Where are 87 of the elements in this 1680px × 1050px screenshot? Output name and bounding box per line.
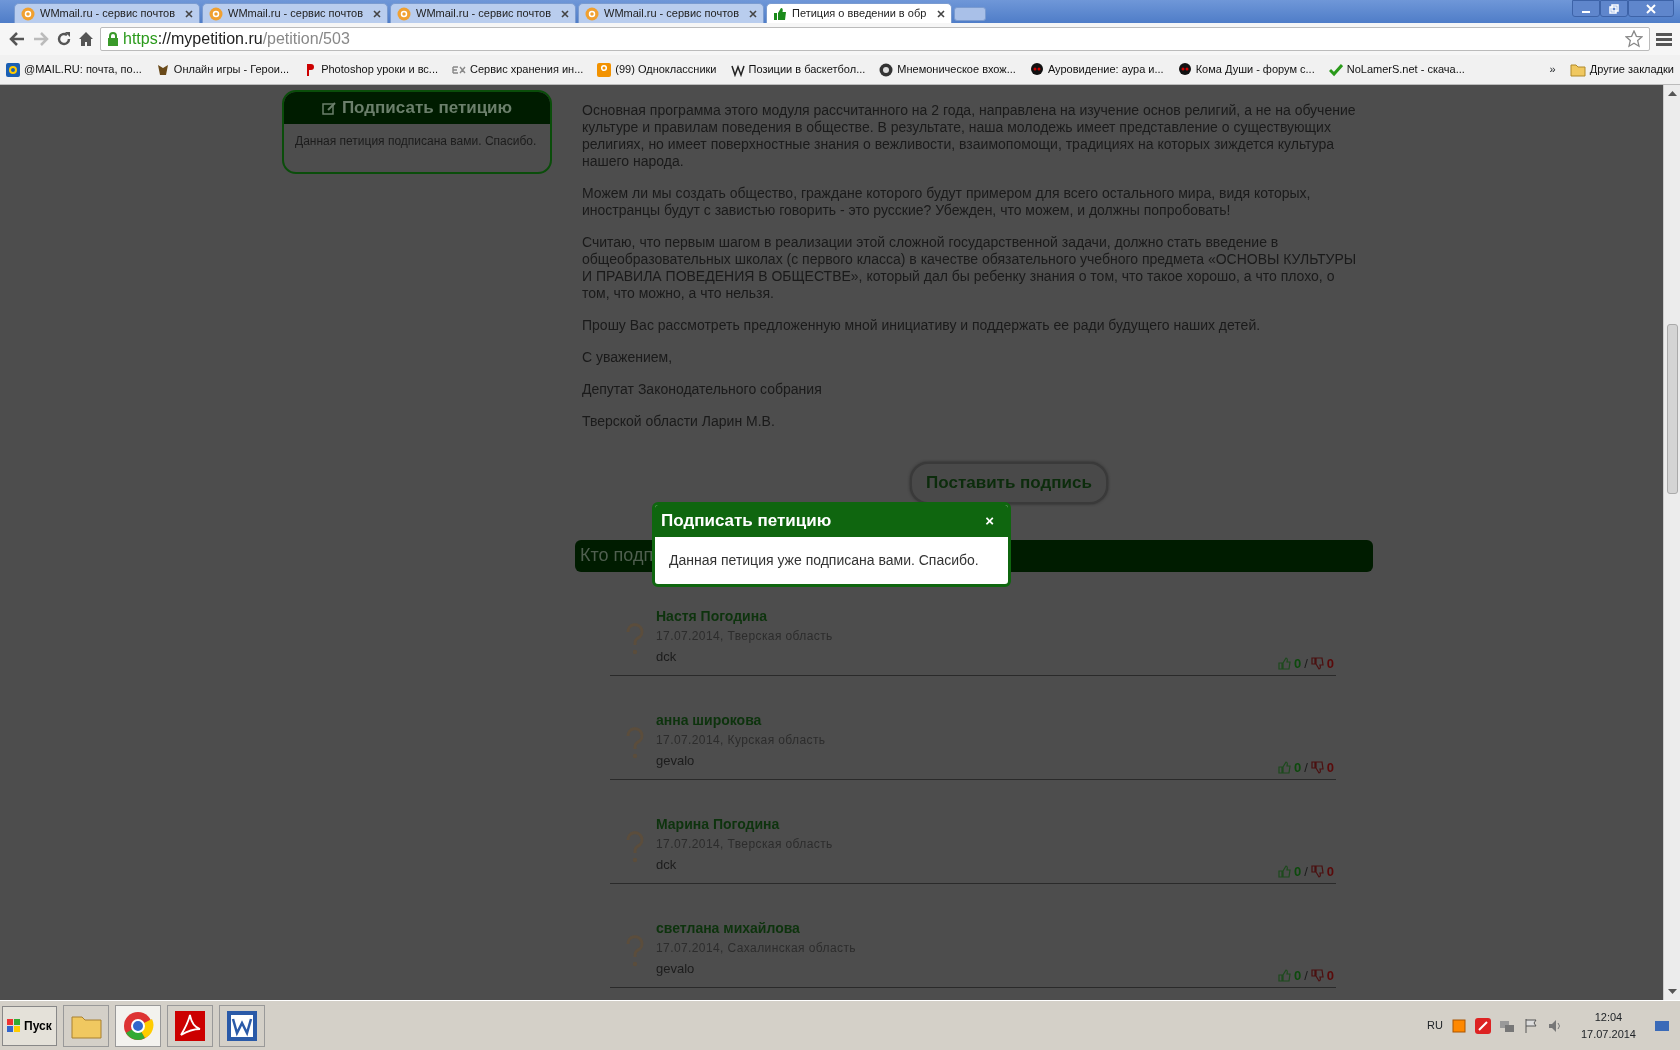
- restore-icon[interactable]: [1600, 0, 1628, 17]
- bookmark-star-icon[interactable]: [1625, 30, 1643, 48]
- thumbs-down-icon[interactable]: [1310, 969, 1324, 983]
- vote-separator: /: [1304, 967, 1308, 985]
- start-button[interactable]: Пуск: [2, 1005, 57, 1046]
- bookmark-link[interactable]: Мнемоническое вхож...: [879, 61, 1016, 78]
- reload-icon[interactable]: [56, 31, 72, 47]
- mail-at-icon: [397, 6, 411, 21]
- dislike-count: 0: [1326, 967, 1334, 985]
- other-bookmarks-folder[interactable]: Другие закладки: [1569, 61, 1674, 78]
- language-indicator[interactable]: RU: [1427, 1017, 1443, 1034]
- thumbs-down-icon[interactable]: [1310, 761, 1324, 775]
- bookmark-link[interactable]: NoLamerS.net - скача...: [1328, 61, 1465, 78]
- tab-title: WMmail.ru - сервис почтов: [604, 6, 741, 22]
- browser-tab[interactable]: WMmail.ru - сервис почтов: [390, 3, 576, 23]
- word-icon[interactable]: [224, 1008, 259, 1043]
- bookmark-link[interactable]: Сервис хранения ин...: [452, 61, 584, 78]
- close-icon[interactable]: [749, 9, 757, 18]
- edit-icon: [321, 101, 336, 115]
- modal-message: Данная петиция уже подписана вами. Спасибо.: [668, 551, 980, 570]
- vote-separator: /: [1304, 863, 1308, 881]
- bookmark-link[interactable]: @MAIL.RU: почта, по...: [6, 61, 142, 78]
- scrollbar-thumb[interactable]: [1666, 324, 1678, 494]
- home-icon[interactable]: [78, 31, 94, 47]
- bookmarks-overflow-button[interactable]: »: [1549, 61, 1556, 78]
- bookmark-link[interactable]: Кома Души - форум с...: [1177, 61, 1315, 78]
- pdf-icon[interactable]: [172, 1008, 207, 1043]
- dislike-count: 0: [1326, 655, 1334, 673]
- mail-at-icon: [21, 6, 35, 21]
- modal-title: Подписать петицию: [661, 510, 832, 533]
- like-count: 0: [1293, 759, 1302, 777]
- bookmark-link[interactable]: Аурoвидение: аура и...: [1029, 61, 1164, 78]
- browser-tab[interactable]: WMmail.ru - сервис почтов: [578, 3, 764, 23]
- mail-at-icon: [209, 6, 223, 21]
- like-count: 0: [1293, 655, 1302, 673]
- thumbs-down-icon[interactable]: [1310, 865, 1324, 879]
- windows-logo-icon: [7, 1018, 21, 1033]
- like-count: 0: [1293, 863, 1302, 881]
- thumbs-up-icon[interactable]: [1277, 761, 1291, 775]
- tab-title: Петиция о введении в обр: [792, 6, 928, 22]
- odnoklassniki-icon: [597, 62, 612, 77]
- thumbs-up-icon[interactable]: [1277, 865, 1291, 879]
- vote-separator: /: [1304, 655, 1308, 673]
- checkmark-icon: [1328, 62, 1343, 77]
- thumbs-down-icon[interactable]: [1310, 657, 1324, 671]
- address-bar[interactable]: https://mypetition.ru/petition/503: [100, 27, 1650, 51]
- folder-icon: [1569, 62, 1586, 77]
- close-button[interactable]: ×: [977, 509, 1002, 533]
- flag-icon[interactable]: [1522, 1017, 1539, 1034]
- close-icon[interactable]: [937, 9, 945, 18]
- bookmark-link[interactable]: (99) Одноклассники: [597, 61, 717, 78]
- browser-tab[interactable]: WMmail.ru - сервис почтов: [202, 3, 388, 23]
- bookmark-link[interactable]: Позиции в баскетбол...: [730, 61, 866, 78]
- dislike-count: 0: [1326, 759, 1334, 777]
- scroll-up-icon[interactable]: [1667, 90, 1677, 96]
- browser-tab[interactable]: WMmail.ru - сервис почтов: [14, 3, 200, 23]
- thumbs-up-icon: [773, 6, 787, 21]
- mail-at-icon: [585, 6, 599, 21]
- at-sign-icon: [6, 62, 20, 77]
- dislike-count: 0: [1326, 863, 1334, 881]
- minimize-icon[interactable]: [1572, 0, 1600, 17]
- scroll-down-icon[interactable]: [1667, 989, 1677, 995]
- thumbs-up-icon[interactable]: [1277, 969, 1291, 983]
- close-icon[interactable]: [185, 9, 193, 18]
- round-emblem-icon: [879, 62, 894, 77]
- bookmark-link[interactable]: Онлайн игры - Герои...: [155, 61, 290, 78]
- thumbs-up-icon[interactable]: [1277, 657, 1291, 671]
- browser-tab[interactable]: Петиция о введении в обр: [766, 3, 952, 23]
- close-icon[interactable]: [561, 9, 569, 18]
- tab-title: WMmail.ru - сервис почтов: [40, 6, 177, 22]
- vote-separator: /: [1304, 759, 1308, 777]
- clock-time: 12:04: [1593, 1010, 1624, 1025]
- url-text: https://mypetition.ru/petition/503: [123, 29, 350, 49]
- skull-icon: [1177, 62, 1192, 77]
- tab-title: WMmail.ru - сервис почтов: [228, 6, 365, 22]
- bookmark-link[interactable]: Photoshop уроки и вс...: [303, 61, 439, 78]
- close-icon[interactable]: [373, 9, 381, 18]
- back-icon[interactable]: [8, 31, 26, 47]
- close-icon[interactable]: [1628, 0, 1674, 17]
- clock-date: 17.07.2014: [1580, 1026, 1636, 1042]
- padlock-icon: [107, 32, 119, 46]
- skull-icon: [1029, 62, 1044, 77]
- pen-tray-icon[interactable]: [1474, 1017, 1491, 1034]
- card-title: Подписать петицию: [341, 97, 513, 120]
- menu-icon[interactable]: [1656, 32, 1672, 46]
- like-count: 0: [1293, 967, 1302, 985]
- tab-title: WMmail.ru - сервис почтов: [416, 6, 553, 22]
